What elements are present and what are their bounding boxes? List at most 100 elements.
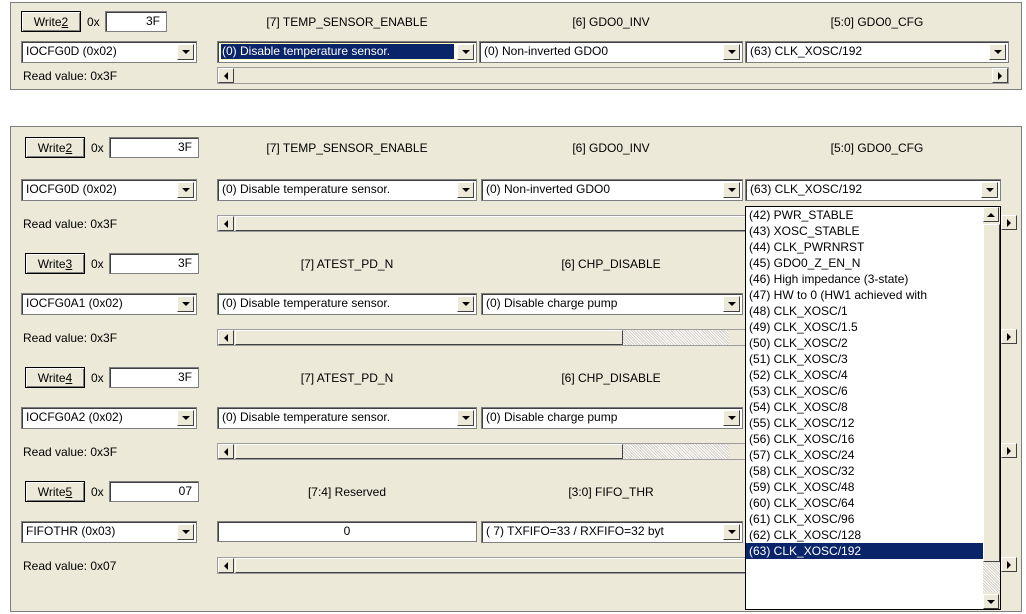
dropdown-option[interactable]: (55) CLK_XOSC/12 bbox=[746, 415, 983, 431]
hex-value-input[interactable]: 3F bbox=[105, 11, 167, 32]
scroll-left-icon[interactable] bbox=[218, 68, 234, 83]
dropdown-option[interactable]: (61) CLK_XOSC/96 bbox=[746, 511, 983, 527]
hex-value-input[interactable]: 3F bbox=[109, 137, 199, 158]
gdo0-inv-select[interactable]: (0) Non-inverted GDO0 bbox=[481, 179, 743, 201]
dropdown-option[interactable]: (49) CLK_XOSC/1.5 bbox=[746, 319, 983, 335]
dropdown-option[interactable]: (44) CLK_PWRNRST bbox=[746, 239, 983, 255]
field-scrollbar[interactable] bbox=[217, 67, 1009, 84]
dropdown-option[interactable]: (48) CLK_XOSC/1 bbox=[746, 303, 983, 319]
dropdown-arrow-icon[interactable] bbox=[457, 410, 474, 426]
atest-pd-n-select[interactable]: (0) Disable temperature sensor. bbox=[217, 407, 477, 429]
register-select[interactable]: IOCFG0A2 (0x02) bbox=[21, 407, 197, 429]
fifo-thr-select[interactable]: ( 7) TXFIFO=33 / RXFIFO=32 byt bbox=[481, 521, 743, 543]
dropdown-arrow-icon[interactable] bbox=[177, 410, 194, 426]
field-header-temp-sensor-enable: [7] TEMP_SENSOR_ENABLE bbox=[266, 15, 428, 29]
write-button[interactable]: Write 5 bbox=[25, 481, 85, 502]
hex-value-input[interactable]: 3F bbox=[109, 367, 199, 388]
dropdown-arrow-icon[interactable] bbox=[723, 44, 740, 60]
scroll-up-icon[interactable] bbox=[983, 207, 999, 222]
dropdown-arrow-icon[interactable] bbox=[981, 182, 998, 198]
dropdown-arrow-icon[interactable] bbox=[457, 296, 474, 312]
register-select[interactable]: IOCFG0D (0x02) bbox=[21, 179, 197, 201]
dropdown-option[interactable]: (54) CLK_XOSC/8 bbox=[746, 399, 983, 415]
dropdown-arrow-icon[interactable] bbox=[457, 182, 474, 198]
dropdown-scrollbar[interactable] bbox=[983, 207, 1000, 609]
dropdown-arrow-icon[interactable] bbox=[177, 296, 194, 312]
scroll-left-icon[interactable] bbox=[218, 558, 234, 573]
dropdown-option[interactable]: (51) CLK_XOSC/3 bbox=[746, 351, 983, 367]
dropdown-option[interactable]: (52) CLK_XOSC/4 bbox=[746, 367, 983, 383]
hex-value-input[interactable]: 07 bbox=[109, 481, 199, 502]
field-header-gdo0-inv: [6] GDO0_INV bbox=[572, 15, 650, 29]
scroll-down-icon[interactable] bbox=[983, 594, 999, 609]
scrollbar-thumb[interactable] bbox=[983, 224, 1000, 562]
dropdown-option[interactable]: (42) PWR_STABLE bbox=[746, 207, 983, 223]
dropdown-arrow-icon[interactable] bbox=[723, 182, 740, 198]
dropdown-option[interactable]: (60) CLK_XOSC/64 bbox=[746, 495, 983, 511]
scroll-left-icon[interactable] bbox=[218, 330, 234, 345]
write-button-label: Write bbox=[37, 484, 66, 499]
dropdown-arrow-icon[interactable] bbox=[177, 182, 194, 198]
register-select[interactable]: IOCFG0A1 (0x02) bbox=[21, 293, 197, 315]
dropdown-option[interactable]: (50) CLK_XOSC/2 bbox=[746, 335, 983, 351]
gdo0-inv-value: (0) Non-inverted GDO0 bbox=[484, 44, 609, 58]
scroll-right-icon[interactable] bbox=[1001, 557, 1017, 572]
dropdown-arrow-icon[interactable] bbox=[177, 524, 194, 540]
scroll-right-icon[interactable] bbox=[1001, 215, 1017, 230]
dropdown-option[interactable]: (45) GDO0_Z_EN_N bbox=[746, 255, 983, 271]
write-button[interactable]: Write 4 bbox=[25, 367, 85, 388]
dropdown-option[interactable]: (62) CLK_XOSC/128 bbox=[746, 527, 983, 543]
dropdown-option[interactable]: (63) CLK_XOSC/192 bbox=[746, 543, 983, 559]
chp-disable-select[interactable]: (0) Disable charge pump bbox=[481, 407, 743, 429]
write-button[interactable]: Write 2 bbox=[25, 137, 85, 158]
dropdown-arrow-icon[interactable] bbox=[723, 296, 740, 312]
dropdown-option[interactable]: (56) CLK_XOSC/16 bbox=[746, 431, 983, 447]
gdo0-cfg-select[interactable]: (63) CLK_XOSC/192 bbox=[745, 41, 1009, 63]
gdo0-cfg-select[interactable]: (63) CLK_XOSC/192 bbox=[745, 179, 1001, 201]
write-button[interactable]: Write 2 bbox=[21, 11, 81, 32]
scroll-right-icon[interactable] bbox=[1001, 443, 1017, 458]
dropdown-option[interactable]: (47) HW to 0 (HW1 achieved with bbox=[746, 287, 983, 303]
scrollbar-thumb[interactable] bbox=[235, 330, 623, 345]
dropdown-arrow-icon[interactable] bbox=[989, 44, 1006, 60]
scroll-right-icon[interactable] bbox=[1001, 329, 1017, 344]
register-select[interactable]: IOCFG0D (0x02) bbox=[21, 41, 197, 63]
atest-pd-n-select[interactable]: (0) Disable temperature sensor. bbox=[217, 293, 477, 315]
temp-sensor-enable-select[interactable]: (0) Disable temperature sensor. bbox=[217, 41, 477, 63]
dropdown-option[interactable]: (43) XOSC_STABLE bbox=[746, 223, 983, 239]
write-button[interactable]: Write 3 bbox=[25, 253, 85, 274]
field-scrollbar[interactable] bbox=[217, 329, 747, 346]
reserved-value-field[interactable]: 0 bbox=[217, 521, 477, 542]
write-button-key: 2 bbox=[61, 14, 69, 29]
field-scrollbar[interactable] bbox=[217, 557, 747, 574]
dropdown-option[interactable]: (53) CLK_XOSC/6 bbox=[746, 383, 983, 399]
dropdown-option[interactable]: (46) High impedance (3-state) bbox=[746, 271, 983, 287]
dropdown-arrow-icon[interactable] bbox=[723, 524, 740, 540]
field-scrollbar[interactable] bbox=[217, 443, 747, 460]
field-scrollbar[interactable] bbox=[217, 215, 747, 232]
gdo0-inv-select[interactable]: (0) Non-inverted GDO0 bbox=[479, 41, 743, 63]
register-select-value: IOCFG0D (0x02) bbox=[26, 182, 117, 196]
scroll-left-icon[interactable] bbox=[218, 216, 234, 231]
dropdown-arrow-icon[interactable] bbox=[723, 410, 740, 426]
atest-pd-n-value: (0) Disable temperature sensor. bbox=[222, 296, 391, 310]
dropdown-option[interactable]: (58) CLK_XOSC/32 bbox=[746, 463, 983, 479]
field-header-chp-disable: [6] CHP_DISABLE bbox=[561, 257, 661, 271]
scrollbar-thumb[interactable] bbox=[235, 558, 747, 573]
register-select[interactable]: FIFOTHR (0x03) bbox=[21, 521, 197, 543]
scrollbar-track[interactable] bbox=[235, 68, 991, 83]
read-value-label: Read value: 0x07 bbox=[23, 559, 117, 573]
chp-disable-select[interactable]: (0) Disable charge pump bbox=[481, 293, 743, 315]
gdo0-cfg-dropdown-list[interactable]: (42) PWR_STABLE (43) XOSC_STABLE (44) CLK_… bbox=[745, 206, 1001, 610]
temp-sensor-enable-select[interactable]: (0) Disable temperature sensor. bbox=[217, 179, 477, 201]
atest-pd-n-value: (0) Disable temperature sensor. bbox=[222, 410, 391, 424]
dropdown-option[interactable]: (59) CLK_XOSC/48 bbox=[746, 479, 983, 495]
dropdown-arrow-icon[interactable] bbox=[177, 44, 194, 60]
hex-value-input[interactable]: 3F bbox=[109, 253, 199, 274]
scroll-left-icon[interactable] bbox=[218, 444, 234, 459]
dropdown-arrow-icon[interactable] bbox=[457, 44, 474, 60]
scroll-right-icon[interactable] bbox=[992, 68, 1008, 83]
scrollbar-thumb[interactable] bbox=[235, 444, 623, 459]
scrollbar-thumb[interactable] bbox=[235, 216, 747, 231]
dropdown-option[interactable]: (57) CLK_XOSC/24 bbox=[746, 447, 983, 463]
